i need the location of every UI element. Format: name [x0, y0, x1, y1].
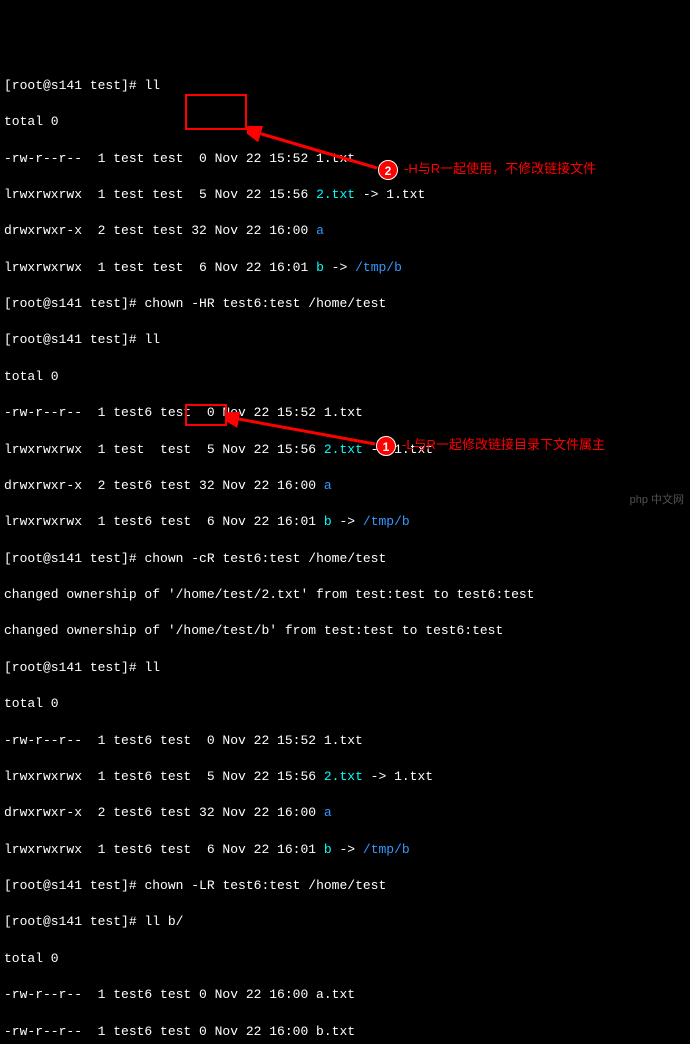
dir-name: a — [324, 478, 332, 493]
terminal-line: drwxrwxr-x 2 test6 test 32 Nov 22 16:00 … — [4, 804, 686, 822]
terminal-line: drwxrwxr-x 2 test6 test 32 Nov 22 16:00 … — [4, 477, 686, 495]
terminal-line: lrwxrwxrwx 1 test6 test 6 Nov 22 16:01 b… — [4, 841, 686, 859]
command: ll b/ — [144, 914, 183, 929]
watermark: php 中文网 — [630, 493, 684, 508]
terminal-line: [root@s141 test]# chown -cR test6:test /… — [4, 550, 686, 568]
command: ll — [144, 78, 160, 93]
prompt: [root@s141 test]# — [4, 296, 144, 311]
prompt: [root@s141 test]# — [4, 332, 144, 347]
annotation-text-1: -L与R一起修改链接目录下文件属主 — [402, 436, 605, 454]
command: chown -HR test6:test /home/test — [144, 296, 386, 311]
link-target: /tmp/b — [363, 842, 410, 857]
annotation-text-2: -H与R一起使用，不修改链接文件 — [404, 160, 596, 178]
terminal-line: [root@s141 test]# chown -LR test6:test /… — [4, 877, 686, 895]
annotation-number-1: 1 — [376, 436, 396, 456]
prompt: [root@s141 test]# — [4, 551, 144, 566]
link-target: /tmp/b — [355, 260, 402, 275]
dir-name: a — [324, 805, 332, 820]
terminal-line: -rw-r--r-- 1 test6 test 0 Nov 22 16:00 a… — [4, 986, 686, 1004]
terminal-line: lrwxrwxrwx 1 test6 test 5 Nov 22 15:56 2… — [4, 768, 686, 786]
terminal-line: [root@s141 test]# ll — [4, 659, 686, 677]
symlink-name: b — [316, 260, 324, 275]
terminal-line: lrwxrwxrwx 1 test test 6 Nov 22 16:01 b … — [4, 259, 686, 277]
terminal-line: -rw-r--r-- 1 test6 test 0 Nov 22 15:52 1… — [4, 404, 686, 422]
prompt: [root@s141 test]# — [4, 660, 144, 675]
symlink-name: b — [324, 842, 332, 857]
terminal-line: -rw-r--r-- 1 test6 test 0 Nov 22 16:00 b… — [4, 1023, 686, 1041]
terminal-line: -rw-r--r-- 1 test6 test 0 Nov 22 15:52 1… — [4, 732, 686, 750]
terminal-line: [root@s141 test]# ll — [4, 77, 686, 95]
terminal-line: lrwxrwxrwx 1 test test 5 Nov 22 15:56 2.… — [4, 186, 686, 204]
terminal-line: total 0 — [4, 113, 686, 131]
terminal-line: [root@s141 test]# ll b/ — [4, 913, 686, 931]
command: ll — [144, 660, 160, 675]
symlink-name: 2.txt — [324, 442, 363, 457]
symlink-name: 2.txt — [324, 769, 363, 784]
symlink-name: 2.txt — [316, 187, 355, 202]
dir-name: a — [316, 223, 324, 238]
terminal-line: total 0 — [4, 695, 686, 713]
command: ll — [144, 332, 160, 347]
terminal-line: [root@s141 test]# ll — [4, 331, 686, 349]
prompt: [root@s141 test]# — [4, 78, 144, 93]
terminal-line: total 0 — [4, 950, 686, 968]
terminal-line: drwxrwxr-x 2 test test 32 Nov 22 16:00 a — [4, 222, 686, 240]
prompt: [root@s141 test]# — [4, 914, 144, 929]
annotation-number-2: 2 — [378, 160, 398, 180]
terminal-line: total 0 — [4, 368, 686, 386]
command: chown -LR test6:test /home/test — [144, 878, 386, 893]
prompt: [root@s141 test]# — [4, 878, 144, 893]
terminal-line: lrwxrwxrwx 1 test6 test 6 Nov 22 16:01 b… — [4, 513, 686, 531]
terminal-line: changed ownership of '/home/test/b' from… — [4, 622, 686, 640]
terminal-line: changed ownership of '/home/test/2.txt' … — [4, 586, 686, 604]
terminal-line: [root@s141 test]# chown -HR test6:test /… — [4, 295, 686, 313]
command: chown -cR test6:test /home/test — [144, 551, 386, 566]
